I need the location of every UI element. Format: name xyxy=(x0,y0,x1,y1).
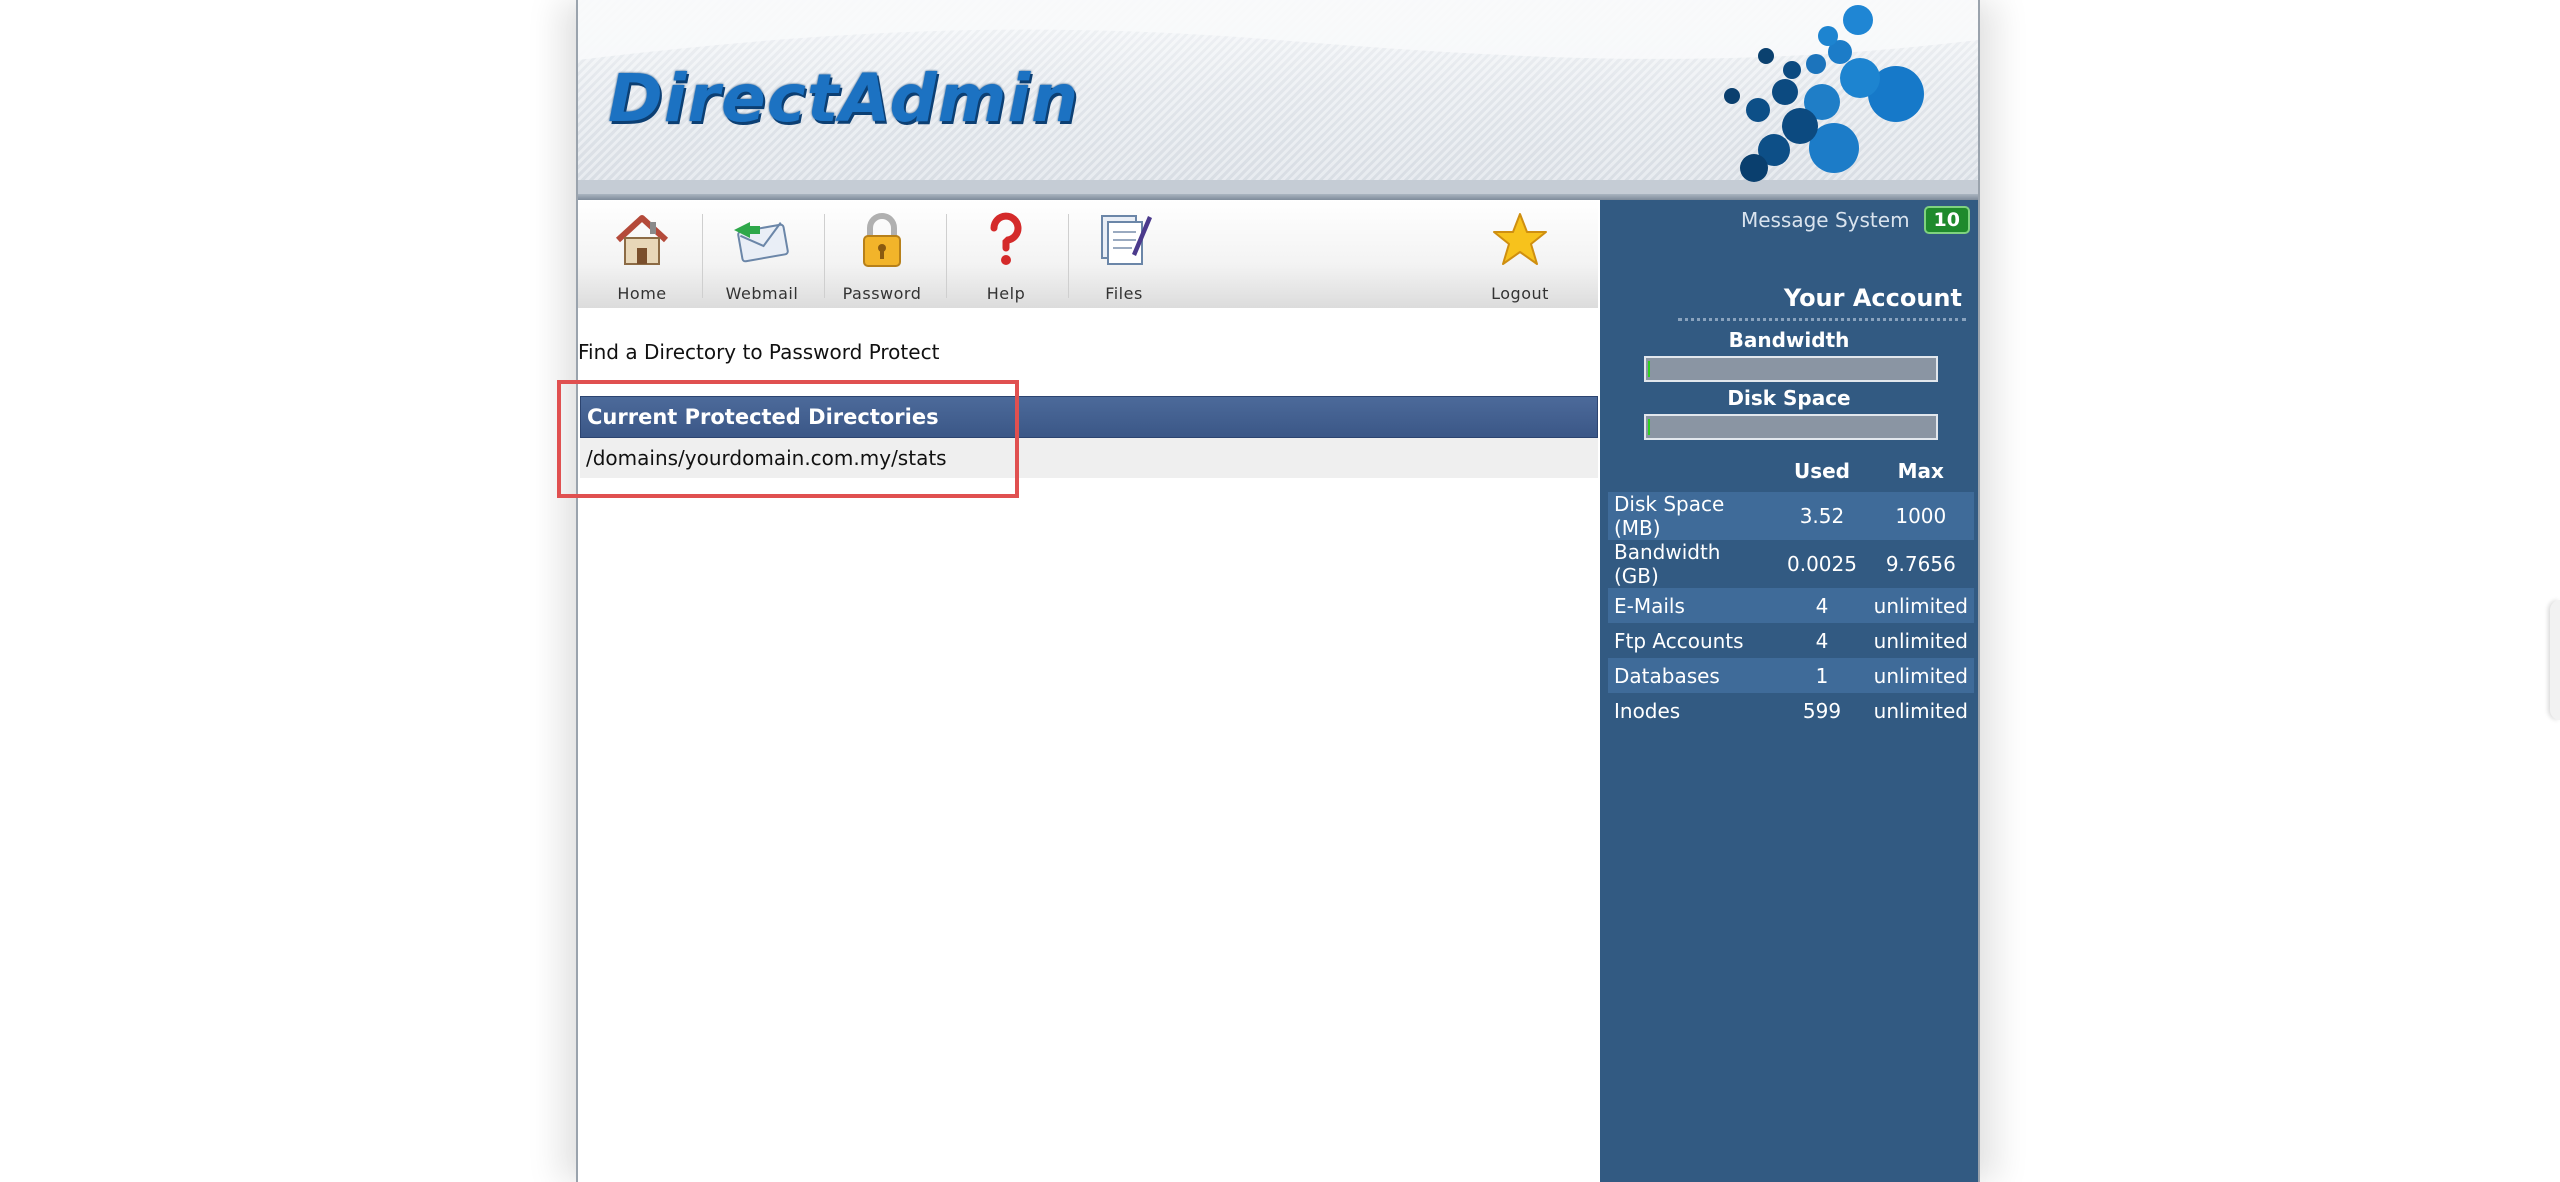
header-banner: DirectAdmin xyxy=(578,0,1978,200)
usage-stats-table: Used Max Disk Space (MB) 3.52 1000 Bandw… xyxy=(1608,450,1974,728)
find-directory-link[interactable]: Find a Directory to Password Protect xyxy=(578,340,939,364)
bubbles-logo-decoration xyxy=(1724,5,1924,182)
disk-space-meter xyxy=(1644,414,1938,440)
table-row: Databases 1 unlimited xyxy=(1608,658,1974,693)
stats-header-used: Used xyxy=(1793,459,1850,483)
stat-max: unlimited xyxy=(1873,698,1968,723)
stat-max: unlimited xyxy=(1867,658,1974,693)
stat-used: 599 xyxy=(1802,698,1842,723)
table-header: Current Protected Directories xyxy=(580,396,1598,438)
bandwidth-label: Bandwidth xyxy=(1728,328,1850,352)
toolbar-label: Help xyxy=(986,284,1026,303)
stat-max: unlimited xyxy=(1873,628,1968,653)
table-row[interactable]: /domains/yourdomain.com.my/stats xyxy=(580,438,1598,478)
lock-icon xyxy=(863,213,901,267)
toolbar-help-button[interactable]: Help xyxy=(948,208,1064,304)
message-count-badge[interactable]: 10 xyxy=(1923,206,1970,234)
message-system[interactable]: Message System 10 xyxy=(1741,206,1970,234)
account-sidebar: Message System 10 Your Account Bandwidth … xyxy=(1600,200,1978,1182)
stat-max: 9.7656 xyxy=(1885,552,1956,576)
stat-label: Disk Space (MB) xyxy=(1608,492,1777,540)
star-icon xyxy=(1493,213,1547,265)
toolbar-label: Logout xyxy=(1491,284,1549,303)
table-row: Inodes 599 unlimited xyxy=(1608,693,1974,728)
stat-used: 1 xyxy=(1776,658,1868,693)
dotted-divider xyxy=(1678,318,1966,321)
toolbar-password-button[interactable]: Password xyxy=(824,208,940,304)
toolbar-home-button[interactable]: Home xyxy=(584,208,700,304)
stat-label: Ftp Accounts xyxy=(1614,628,1744,653)
table-row: Disk Space (MB) 3.52 1000 xyxy=(1608,492,1974,540)
table-row: E-Mails 4 unlimited xyxy=(1608,588,1974,623)
bandwidth-meter-fill xyxy=(1648,361,1650,377)
webmail-icon xyxy=(734,222,789,263)
toolbar-separator xyxy=(702,214,703,298)
stat-max: unlimited xyxy=(1867,588,1974,623)
page-frame: DirectAdmin Home Webmail Password Help F… xyxy=(576,0,1980,1182)
table-row: Ftp Accounts 4 unlimited xyxy=(1608,623,1974,658)
files-icon xyxy=(1101,215,1152,265)
home-icon xyxy=(615,215,669,265)
toolbar-label: Files xyxy=(1105,284,1143,303)
toolbar-label: Webmail xyxy=(725,284,799,303)
bandwidth-meter xyxy=(1644,356,1938,382)
stat-used: 4 xyxy=(1815,628,1829,653)
disk-space-label: Disk Space xyxy=(1727,386,1851,410)
stat-label: Inodes xyxy=(1614,698,1681,723)
stat-label: Databases xyxy=(1608,658,1777,693)
stat-used: 0.0025 xyxy=(1786,552,1857,576)
stats-header-max: Max xyxy=(1897,459,1944,483)
stat-used: 4 xyxy=(1776,588,1868,623)
stat-label: E-Mails xyxy=(1608,588,1777,623)
stats-header-row: Used Max xyxy=(1608,450,1974,492)
disk-space-meter-fill xyxy=(1648,419,1650,435)
stats-header-blank xyxy=(1608,450,1776,492)
toolbar-files-button[interactable]: Files xyxy=(1066,208,1182,304)
toolbar-label: Home xyxy=(617,284,667,303)
directadmin-logo: DirectAdmin xyxy=(608,60,1080,137)
side-tab-handle xyxy=(2550,600,2560,720)
message-system-label[interactable]: Message System xyxy=(1741,208,1910,232)
stat-used: 3.52 xyxy=(1776,492,1868,540)
stat-label: Bandwidth (GB) xyxy=(1614,540,1721,588)
help-icon xyxy=(990,212,1022,265)
toolbar-label: Password xyxy=(842,284,922,303)
toolbar: Home Webmail Password Help Files Logout xyxy=(578,200,1598,309)
your-account-title: Your Account xyxy=(1783,284,1962,312)
toolbar-logout-button[interactable]: Logout xyxy=(1462,208,1578,304)
toolbar-separator xyxy=(946,214,947,298)
table-row: Bandwidth (GB) 0.0025 9.7656 xyxy=(1608,540,1974,588)
toolbar-webmail-button[interactable]: Webmail xyxy=(704,208,820,304)
stat-max: 1000 xyxy=(1867,492,1974,540)
main-content: Find a Directory to Password Protect Cur… xyxy=(578,308,1598,1182)
